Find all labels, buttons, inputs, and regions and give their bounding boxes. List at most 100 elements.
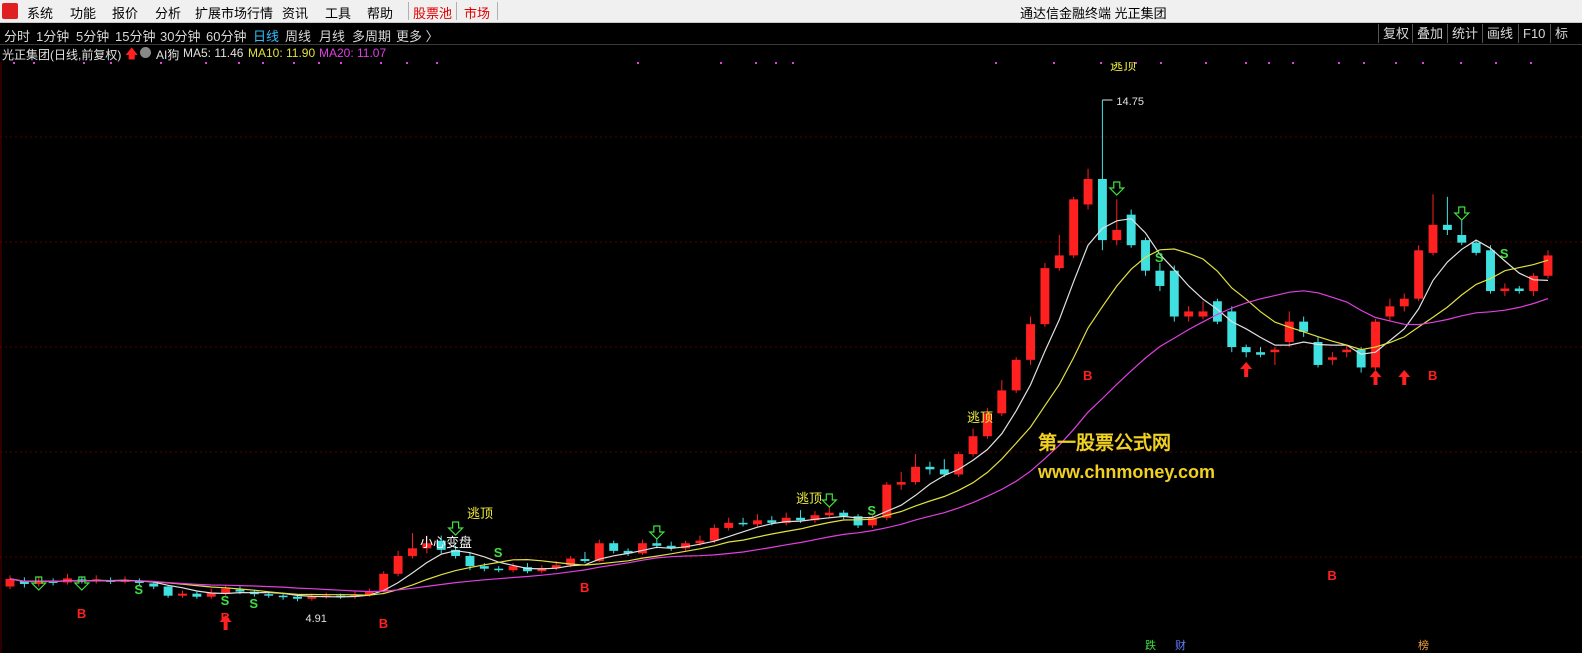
buy-arrow-icon bbox=[1369, 370, 1382, 385]
escape-top-label: 逃顶 bbox=[467, 506, 493, 521]
menu-divider bbox=[497, 2, 498, 20]
buy-arrow-icon bbox=[1240, 362, 1253, 377]
sell-signal-label: S bbox=[867, 503, 876, 518]
buy-signal-label: B bbox=[1327, 568, 1336, 583]
sell-arrow-icon bbox=[648, 525, 666, 540]
sell-signal-label: S bbox=[221, 593, 230, 608]
settings-circle-icon[interactable] bbox=[140, 47, 151, 58]
drawing-button[interactable]: 画线 bbox=[1482, 24, 1513, 43]
escape-top-label: 逃顶 bbox=[967, 410, 993, 425]
menu-item-news[interactable]: 资讯 bbox=[282, 3, 308, 22]
menu-item-quote[interactable]: 报价 bbox=[112, 3, 138, 22]
top-dot bbox=[318, 62, 320, 64]
bottom-marker-label: 榜 bbox=[1418, 638, 1429, 652]
period-tab-60min[interactable]: 60分钟 bbox=[206, 26, 246, 45]
top-dot bbox=[1338, 62, 1340, 64]
candle-series bbox=[5, 100, 1553, 602]
candle-body bbox=[1184, 311, 1194, 317]
period-tab-multi[interactable]: 多周期 bbox=[352, 26, 391, 45]
candle-body bbox=[1054, 255, 1064, 269]
candle-body bbox=[1414, 250, 1424, 299]
top-dot bbox=[1160, 62, 1162, 64]
period-tab-1min[interactable]: 1分钟 bbox=[36, 26, 69, 45]
indicator-name[interactable]: AI狗 bbox=[156, 46, 179, 63]
menu-item-extended-market[interactable]: 扩展市场行情 bbox=[195, 3, 273, 22]
top-dot bbox=[1395, 62, 1397, 64]
candle-body bbox=[1155, 270, 1165, 286]
candle-body bbox=[235, 589, 245, 592]
candle-body bbox=[149, 583, 159, 587]
candle-body bbox=[1227, 311, 1237, 348]
candlestick-chart[interactable]: BBBBBBBSSSSSSS 14.75 4.91 小心变盘 逃顶 逃顶 逃顶 … bbox=[0, 62, 1582, 653]
top-dot bbox=[1460, 62, 1462, 64]
candle-body bbox=[508, 566, 518, 571]
period-tab-daily[interactable]: 日线 bbox=[253, 26, 279, 45]
candle-body bbox=[1342, 349, 1352, 353]
menu-item-help[interactable]: 帮助 bbox=[367, 3, 393, 22]
escape-top-label: 逃顶 bbox=[796, 491, 822, 506]
top-dot bbox=[755, 62, 757, 64]
overlay-button[interactable]: 叠加 bbox=[1412, 24, 1443, 43]
candle-body bbox=[1026, 324, 1035, 360]
menu-item-system[interactable]: 系统 bbox=[27, 3, 53, 22]
top-dot bbox=[160, 62, 162, 64]
top-dot bbox=[380, 62, 382, 64]
top-dot bbox=[1292, 62, 1294, 64]
period-tab-15min[interactable]: 15分钟 bbox=[115, 26, 155, 45]
top-dot bbox=[1422, 62, 1424, 64]
chart-grid bbox=[0, 62, 1582, 653]
candle-body bbox=[637, 543, 647, 554]
candle-body bbox=[1500, 288, 1510, 292]
buy-signal-label: B bbox=[379, 616, 388, 631]
period-tab-intraday[interactable]: 分时 bbox=[4, 26, 30, 45]
candle-body bbox=[580, 559, 590, 562]
period-tab-5min[interactable]: 5分钟 bbox=[76, 26, 109, 45]
window-title: 通达信金融终端 光正集团 bbox=[1020, 6, 1167, 21]
candle-body bbox=[1069, 199, 1079, 256]
candle-body bbox=[752, 520, 762, 525]
f10-button[interactable]: F10 bbox=[1518, 24, 1545, 43]
candle-body bbox=[824, 512, 834, 516]
period-tab-more[interactable]: 更多 〉 bbox=[396, 26, 439, 45]
caution-label: 小心变盘 bbox=[420, 535, 472, 550]
top-dot bbox=[1363, 62, 1365, 64]
candle-body bbox=[1371, 321, 1380, 368]
menu-item-tools[interactable]: 工具 bbox=[325, 3, 351, 22]
top-dot bbox=[110, 62, 112, 64]
menu-item-function[interactable]: 功能 bbox=[70, 3, 96, 22]
candle-body bbox=[1385, 306, 1395, 317]
top-dot bbox=[775, 62, 777, 64]
top-dot bbox=[720, 62, 722, 64]
adjust-rights-button[interactable]: 复权 bbox=[1378, 24, 1409, 43]
candle-body bbox=[1011, 359, 1021, 391]
candle-body bbox=[1428, 224, 1438, 253]
menu-item-analysis[interactable]: 分析 bbox=[155, 3, 181, 22]
top-dot bbox=[995, 62, 997, 64]
top-dot bbox=[1530, 62, 1532, 64]
menu-item-market[interactable]: 市场 bbox=[464, 3, 490, 22]
bottom-marker-label: 跌 bbox=[1145, 638, 1156, 652]
candle-body bbox=[954, 454, 964, 475]
bottom-marker-label: 财 bbox=[1175, 638, 1186, 652]
sell-arrow-icon bbox=[1453, 206, 1471, 221]
sell-signal-label: S bbox=[494, 545, 503, 560]
mark-button[interactable]: 标 bbox=[1550, 24, 1568, 43]
candle-body bbox=[465, 555, 475, 567]
statistics-button[interactable]: 统计 bbox=[1447, 24, 1478, 43]
candle-body bbox=[796, 517, 806, 521]
period-tab-monthly[interactable]: 月线 bbox=[319, 26, 345, 45]
candle-body bbox=[264, 594, 274, 596]
candle-body bbox=[1313, 342, 1323, 365]
period-tab-30min[interactable]: 30分钟 bbox=[160, 26, 200, 45]
candle-body bbox=[896, 482, 906, 485]
candle-body bbox=[997, 390, 1007, 414]
candle-body bbox=[1241, 347, 1251, 353]
period-tab-weekly[interactable]: 周线 bbox=[285, 26, 311, 45]
candle-body bbox=[1040, 268, 1050, 325]
sell-arrow-icon bbox=[820, 493, 838, 508]
app-logo-icon bbox=[2, 3, 18, 19]
sell-signal-label: S bbox=[249, 596, 258, 611]
top-dot bbox=[1245, 62, 1247, 64]
candle-body bbox=[695, 540, 705, 544]
menu-item-stock-pool[interactable]: 股票池 bbox=[413, 3, 452, 22]
